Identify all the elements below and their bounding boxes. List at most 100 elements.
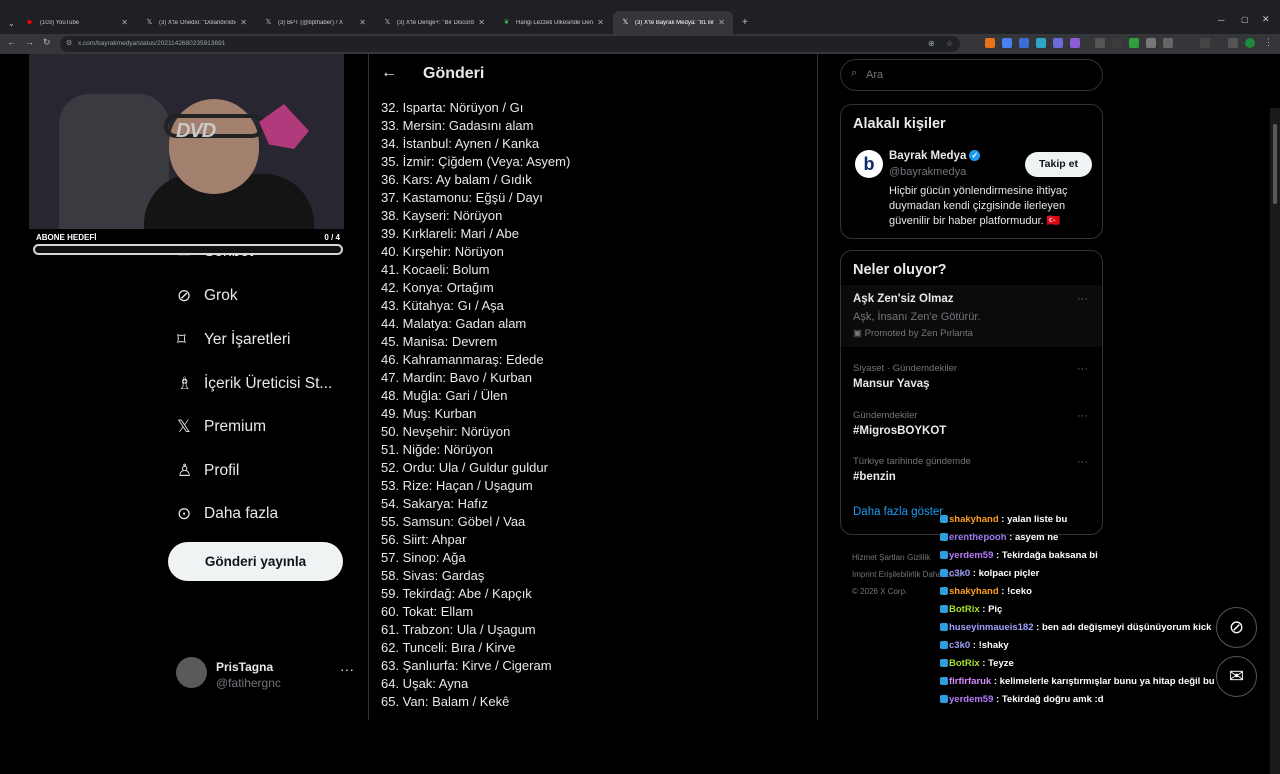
- chat-username[interactable]: erenthepooh: [949, 532, 1007, 543]
- close-tab-icon[interactable]: ✕: [240, 18, 247, 27]
- browser-tab[interactable]: 𝕏 (3) X'te Onedio: "Dolandırıldığ... ✕: [137, 11, 255, 34]
- chat-text: : yalan liste bu: [998, 514, 1068, 525]
- browser-tab-strip: ⌄ ▶ (103) YouTube ✕ 𝕏 (3) X'te Onedio: "Dol…: [0, 0, 1280, 34]
- sidebar-item-premium[interactable]: 𝕏 Premium: [168, 408, 266, 446]
- chat-username[interactable]: c3k0: [949, 568, 970, 579]
- close-tab-icon[interactable]: ✕: [359, 18, 366, 27]
- trend-item[interactable]: Türkiye tarihinde gündemde #benzin ···: [841, 454, 1102, 494]
- chat-username[interactable]: shakyhand: [949, 586, 999, 597]
- account-switcher[interactable]: PrisTagna @fatihergnc ···: [176, 656, 356, 694]
- scrollbar-thumb[interactable]: [1273, 124, 1277, 204]
- extension-icon[interactable]: [1163, 38, 1173, 48]
- close-tab-icon[interactable]: ✕: [478, 18, 485, 27]
- post-line: 55. Samsun: Göbel / Vaa: [381, 514, 526, 529]
- chat-username[interactable]: yerdem59: [949, 694, 993, 705]
- extension-icon[interactable]: [1053, 38, 1063, 48]
- forward-icon[interactable]: →: [25, 37, 34, 47]
- more-icon[interactable]: ···: [1077, 456, 1088, 468]
- extension-icon[interactable]: [985, 38, 995, 48]
- url-field[interactable]: ⚙ x.com/bayrakmedya/status/2021142680235…: [60, 36, 960, 52]
- extension-icon[interactable]: [1019, 38, 1029, 48]
- chat-username[interactable]: BotRix: [949, 604, 980, 615]
- reload-icon[interactable]: ↻: [43, 37, 51, 48]
- post-line: 34. İstanbul: Aynen / Kanka: [381, 136, 540, 151]
- zoom-icon[interactable]: ⊕: [928, 36, 935, 52]
- post-line: 62. Tunceli: Bıra / Kirve: [381, 640, 516, 655]
- messages-fab[interactable]: ✉: [1216, 656, 1257, 697]
- more-icon[interactable]: ···: [340, 661, 354, 677]
- scrollbar[interactable]: [1270, 108, 1280, 774]
- panel-title: Neler oluyor?: [853, 262, 947, 278]
- chat-message: yerdem59 : Tekirdağa baksana bi: [940, 547, 1240, 565]
- post-line: 58. Sivas: Gardaş: [381, 568, 485, 583]
- show-more-link[interactable]: Daha fazla göster: [853, 506, 943, 518]
- post-line: 49. Muş: Kurban: [381, 406, 477, 421]
- chat-message: shakyhand : yalan liste bu: [940, 511, 1240, 529]
- extension-icon[interactable]: [1070, 38, 1080, 48]
- restore-icon[interactable]: ▢: [1241, 15, 1249, 24]
- more-icon[interactable]: ···: [1077, 293, 1088, 305]
- chat-username[interactable]: shakyhand: [949, 514, 999, 525]
- account-name[interactable]: Bayrak Medya ✓: [889, 150, 981, 162]
- promoted-trend[interactable]: Aşk Zen'siz Olmaz Aşk, İnsanı Zen'e Götü…: [841, 285, 1102, 347]
- extension-icon[interactable]: [1036, 38, 1046, 48]
- chat-badge-icon: [940, 695, 948, 704]
- more-icon[interactable]: ···: [1077, 363, 1088, 375]
- browser-tab[interactable]: 𝕏(3) X'te Denge+: "Bir Discord ka...✕: [375, 11, 493, 34]
- grok-fab[interactable]: ⊘: [1216, 607, 1257, 648]
- chat-username[interactable]: huseyinmaueis182: [949, 622, 1034, 633]
- chat-text: : Piç: [979, 604, 1003, 615]
- trend-item[interactable]: Siyaset · Gündemdekiler Mansur Yavaş ···: [841, 361, 1102, 401]
- stream-chat-overlay: shakyhand : yalan liste bu erenthepooh : …: [940, 511, 1240, 709]
- chat-text: : ben adı değişmeyi düşünüyorum kick: [1033, 622, 1212, 633]
- chat-username[interactable]: BotRix: [949, 658, 980, 669]
- chat-message: shakyhand : !ceko: [940, 583, 1240, 601]
- close-tab-icon[interactable]: ✕: [597, 18, 604, 27]
- post-line: 33. Mersin: Gadasını alam: [381, 118, 534, 133]
- browser-tab[interactable]: 𝕏 (3) BPT (@bpthaber) / X ✕: [256, 11, 374, 34]
- browser-tab-active[interactable]: 𝕏 (3) X'te Bayrak Medya: "81 ilin... ✕: [613, 11, 733, 34]
- account-bio: Hiçbir gücün yönlendirmesine ihtiyaç duy…: [889, 185, 1068, 227]
- extension-icon[interactable]: [1228, 38, 1238, 48]
- follow-button[interactable]: Takip et: [1025, 152, 1092, 177]
- extension-icon[interactable]: [1129, 38, 1139, 48]
- back-arrow-icon[interactable]: ←: [381, 64, 397, 82]
- post-button[interactable]: Gönderi yayınla: [168, 542, 343, 581]
- close-tab-icon[interactable]: ✕: [718, 18, 725, 27]
- bookmark-star-icon[interactable]: ☆: [946, 36, 953, 52]
- account-avatar[interactable]: b: [855, 150, 883, 178]
- close-window-icon[interactable]: ✕: [1262, 14, 1270, 25]
- search-input[interactable]: ⌕ Ara: [840, 59, 1103, 91]
- message-icon: ✉: [1228, 666, 1245, 686]
- extensions-puzzle-icon[interactable]: [1200, 38, 1210, 48]
- close-tab-icon[interactable]: ✕: [121, 18, 128, 27]
- person-icon: ♙: [177, 461, 193, 480]
- post-line: 47. Mardin: Bavo / Kurban: [381, 370, 533, 385]
- chat-text: : !ceko: [998, 586, 1032, 597]
- extension-icon[interactable]: [1112, 38, 1122, 48]
- sidebar-item-creator-studio[interactable]: ♗ İçerik Üreticisi St...: [168, 365, 332, 403]
- browser-tab[interactable]: ❦Hangi Lezzeti Ülkesinde Denem...✕: [494, 11, 612, 34]
- chat-username[interactable]: yerdem59: [949, 550, 993, 561]
- sidebar-item-grok[interactable]: ⊘ Grok: [168, 277, 238, 315]
- new-tab-icon[interactable]: +: [734, 11, 750, 34]
- chat-username[interactable]: firfirfaruk: [949, 676, 991, 687]
- sidebar-item-more[interactable]: ⊙ Daha fazla: [168, 495, 278, 533]
- extension-icon[interactable]: [1002, 38, 1012, 48]
- back-icon[interactable]: ←: [7, 37, 16, 47]
- sidebar-item-bookmarks[interactable]: ⌑ Yer İşaretleri: [168, 321, 290, 359]
- chat-username[interactable]: c3k0: [949, 640, 970, 651]
- profile-avatar-icon[interactable]: [1245, 38, 1255, 48]
- menu-kebab-icon[interactable]: ⋮: [1264, 37, 1273, 48]
- trend-item[interactable]: Gündemdekiler #MigrosBOYKOT ···: [841, 408, 1102, 448]
- post-line: 51. Niğde: Nörüyon: [381, 442, 494, 457]
- sidebar-item-profile[interactable]: ♙ Profil: [168, 452, 239, 490]
- post-line: 54. Sakarya: Hafız: [381, 496, 488, 511]
- minimize-icon[interactable]: ─: [1218, 15, 1224, 25]
- extension-icon[interactable]: [1146, 38, 1156, 48]
- extension-icon[interactable]: [1095, 38, 1105, 48]
- x-icon: 𝕏: [384, 19, 391, 26]
- browser-tab[interactable]: ▶ (103) YouTube ✕: [18, 11, 136, 34]
- more-icon[interactable]: ···: [1077, 410, 1088, 422]
- site-info-icon[interactable]: ⚙: [66, 36, 72, 52]
